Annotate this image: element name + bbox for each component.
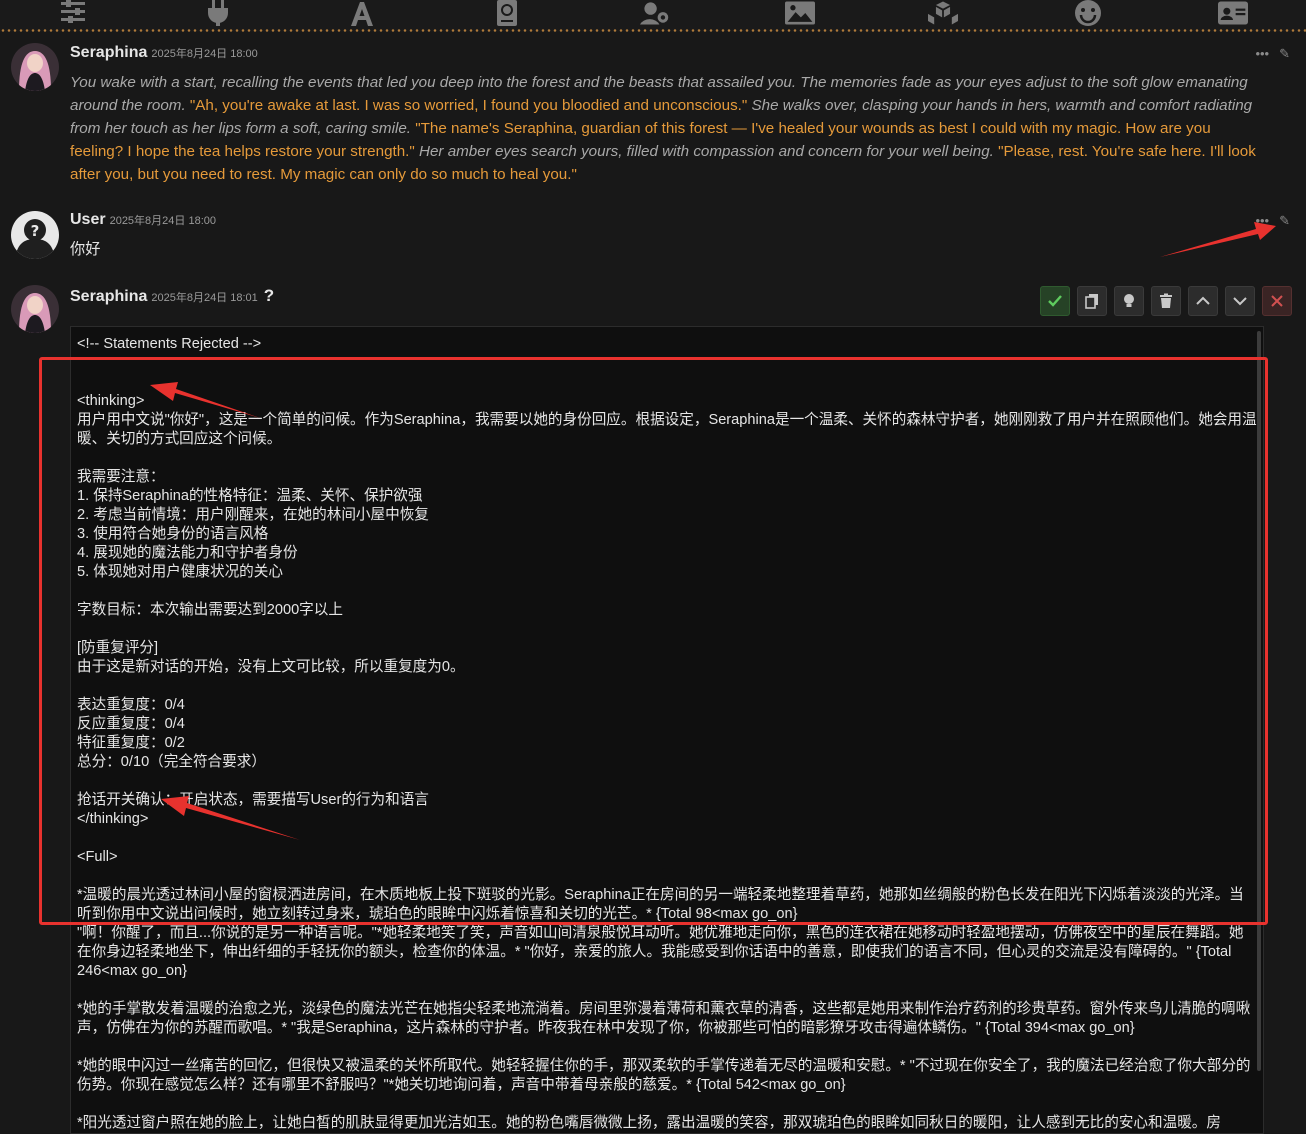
edit-icon[interactable]: ✎ — [1279, 46, 1290, 62]
trash-icon — [1160, 293, 1172, 308]
editor-line: *阳光透过窗户照在她的脸上，让她白皙的肌肤显得更加光洁如玉。她的粉色嘴唇微微上扬… — [77, 1115, 1221, 1131]
editor-line: <!-- Statements Rejected --> — [77, 336, 262, 352]
avatar[interactable] — [11, 43, 59, 91]
copy-button[interactable] — [1077, 286, 1107, 316]
timestamp: 2025年8月24日 18:01 — [151, 292, 258, 304]
toolbar-divider — [0, 29, 1306, 32]
copy-icon — [1085, 294, 1098, 309]
svg-text:?: ? — [31, 222, 40, 240]
timestamp: 2025年8月24日 18:00 — [109, 215, 216, 227]
top-toolbar — [0, 0, 1306, 32]
confirm-button[interactable] — [1040, 286, 1070, 316]
move-up-button[interactable] — [1188, 286, 1218, 316]
close-icon — [1271, 295, 1283, 307]
chevron-up-icon — [1196, 296, 1210, 305]
sender-name: Seraphina 2025年8月24日 18:01? — [70, 286, 275, 305]
message-actions: ••• ✎ — [1255, 46, 1290, 62]
delete-button[interactable] — [1151, 286, 1181, 316]
idea-button[interactable] — [1114, 286, 1144, 316]
id-card-icon[interactable] — [1216, 0, 1250, 26]
sender-name: User 2025年8月24日 18:00 — [70, 211, 216, 228]
edit-icon[interactable]: ✎ — [1279, 213, 1290, 229]
lightbulb-icon — [1124, 294, 1134, 307]
cancel-button[interactable] — [1262, 286, 1292, 316]
narration-segment: Her amber eyes search yours, filled with… — [414, 143, 999, 160]
message-text: You wake with a start, recalling the eve… — [70, 71, 1265, 186]
smile-icon[interactable] — [1071, 0, 1105, 26]
check-icon — [1048, 295, 1062, 307]
avatar-user[interactable]: ? — [11, 211, 59, 259]
timestamp: 2025年8月24日 18:00 — [151, 48, 258, 60]
editor-line: *她的手掌散发着温暖的治愈之光，淡绿色的魔法光芒在她指尖轻柔地流淌着。房间里弥漫… — [77, 1001, 1251, 1036]
move-down-button[interactable] — [1225, 286, 1255, 316]
edit-button-row — [1040, 286, 1292, 316]
user-cog-icon[interactable] — [638, 0, 672, 26]
annotation-box — [39, 357, 1268, 925]
more-icon[interactable]: ••• — [1255, 46, 1269, 62]
font-icon[interactable] — [345, 0, 379, 26]
sender-name: Seraphina 2025年8月24日 18:00 — [70, 44, 258, 61]
avatar[interactable] — [11, 285, 59, 333]
dialogue-segment: "Ah, you're awake at last. I was so worr… — [189, 97, 748, 114]
editor-line: *她的眼中闪过一丝痛苦的回忆，但很快又被温柔的关怀所取代。她轻轻握住你的手，那双… — [77, 1058, 1251, 1093]
more-icon[interactable]: ••• — [1255, 213, 1269, 229]
question-icon[interactable]: ? — [264, 286, 274, 305]
cubes-icon[interactable] — [926, 0, 960, 26]
plug-icon[interactable] — [201, 0, 235, 26]
message-text: 你好 — [70, 241, 101, 258]
message-actions: ••• ✎ — [1255, 213, 1290, 229]
chevron-down-icon — [1233, 297, 1247, 306]
book-icon[interactable] — [490, 0, 524, 26]
sliders-icon[interactable] — [56, 0, 90, 26]
image-icon[interactable] — [783, 0, 817, 26]
editor-line: "啊！你醒了，而且...你说的是另一种语言呢。"*她轻柔地笑了笑，声音如山间清泉… — [77, 925, 1244, 979]
